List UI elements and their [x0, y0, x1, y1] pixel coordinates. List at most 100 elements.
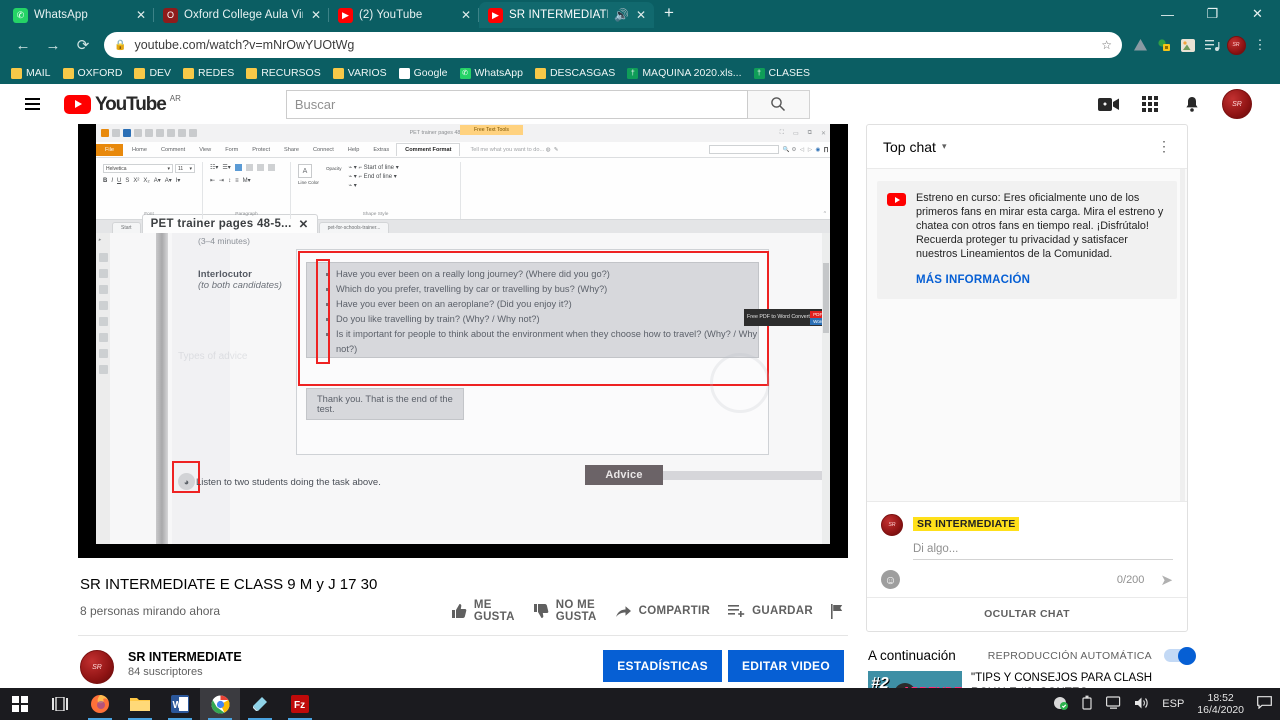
help-circle-icon[interactable]: ◍: [544, 147, 552, 153]
chat-mode-label[interactable]: Top chat: [883, 139, 936, 155]
playlist-icon[interactable]: [1200, 33, 1224, 57]
align-center-button[interactable]: [245, 164, 253, 171]
prev-icon[interactable]: ◁: [798, 147, 806, 153]
bookmark-google[interactable]: G Google: [394, 66, 453, 80]
channel-name[interactable]: SR INTERMEDIATE: [128, 650, 242, 664]
report-button[interactable]: [831, 603, 844, 619]
search-button[interactable]: [747, 89, 810, 119]
file-explorer-icon[interactable]: [120, 688, 160, 720]
ribbon-tab-form[interactable]: Form: [218, 144, 245, 156]
guide-menu-icon[interactable]: [12, 84, 52, 124]
chat-scrollbar[interactable]: [1180, 169, 1185, 501]
bookmark-clases[interactable]: † CLASES: [749, 66, 815, 80]
youtube-logo[interactable]: YouTube AR: [64, 94, 181, 114]
bookmark-whatsapp[interactable]: ✆ WhatsApp: [455, 66, 528, 80]
notification-icon[interactable]: [1257, 696, 1272, 712]
language-indicator[interactable]: ESP: [1162, 698, 1184, 710]
highlight-color-button[interactable]: A▾: [165, 177, 172, 184]
align-right-button[interactable]: [256, 164, 264, 171]
word-icon[interactable]: W: [160, 688, 200, 720]
browser-tab-whatsapp[interactable]: ✆ WhatsApp ✕: [4, 2, 154, 28]
pdf-page-canvas[interactable]: (3–4 minutes) Interlocutor (to both cand…: [110, 233, 830, 544]
ribbon-tab-connect[interactable]: Connect: [306, 144, 341, 156]
bookmark-descasgas[interactable]: DESCASGAS: [530, 66, 620, 80]
align-left-button[interactable]: [234, 164, 242, 171]
tell-me-search[interactable]: Tell me what you want to do...: [470, 147, 544, 153]
doc-tab-close-icon[interactable]: ✕: [299, 217, 309, 231]
strikethrough-button[interactable]: S: [125, 178, 129, 184]
ribbon-tab-comment[interactable]: Comment: [154, 144, 192, 156]
italic-button[interactable]: I: [111, 178, 113, 184]
next-icon[interactable]: ▷: [806, 147, 814, 153]
menu-kebab-icon[interactable]: ⋮: [1248, 33, 1272, 57]
tab-close-icon[interactable]: ✕: [634, 8, 648, 22]
doc-tab-start[interactable]: Start: [112, 222, 141, 233]
kebab-menu-icon[interactable]: ⋮: [1157, 138, 1171, 155]
volume-icon[interactable]: [1134, 696, 1149, 713]
firefox-icon[interactable]: [80, 688, 120, 720]
bold-button[interactable]: B: [103, 178, 107, 184]
channel-avatar[interactable]: SR: [80, 650, 114, 684]
subscript-button[interactable]: X₂: [143, 178, 149, 184]
emoji-smiley-icon[interactable]: ☺: [881, 570, 900, 589]
close-window-button[interactable]: ✕: [1235, 0, 1280, 28]
tab-audio-icon[interactable]: 🔊: [614, 8, 629, 22]
taskbar-clock[interactable]: 18:52 16/4/2020: [1197, 692, 1244, 716]
profile-icon[interactable]: SR: [1224, 33, 1248, 57]
chevron-down-icon[interactable]: ▾: [942, 141, 947, 152]
account-avatar[interactable]: SR: [1222, 89, 1252, 119]
apps-grid-icon[interactable]: [1138, 92, 1162, 116]
network-icon[interactable]: [1053, 696, 1069, 713]
up-next-video-item[interactable]: #2 APRENDE "TIPS Y CONSEJOS PARA CLASH R…: [866, 671, 1196, 688]
keys-extension-icon[interactable]: [1152, 33, 1176, 57]
text-direction-button[interactable]: M▾: [243, 177, 251, 184]
ribbon-tab-share[interactable]: Share: [277, 144, 306, 156]
attachments-panel-icon[interactable]: [98, 317, 108, 326]
expand-panel-icon[interactable]: ▸: [99, 237, 108, 246]
statistics-button[interactable]: ESTADÍSTICAS: [603, 650, 722, 682]
share-button[interactable]: COMPARTIR: [615, 604, 710, 619]
pi-icon[interactable]: ∏: [822, 147, 830, 153]
new-tab-button[interactable]: +: [654, 3, 684, 25]
bookmark-mail[interactable]: MAIL: [6, 66, 56, 80]
browser-tab-youtube[interactable]: ▶ (2) YouTube ✕: [329, 2, 479, 28]
image-extension-icon[interactable]: [1176, 33, 1200, 57]
windows-start-icon[interactable]: [0, 688, 40, 720]
bookmark-dev[interactable]: DEV: [129, 66, 176, 80]
browser-tab-oxford[interactable]: O Oxford College Aula Virtual ✕: [154, 2, 329, 28]
bookmark-recursos[interactable]: RECURSOS: [241, 66, 326, 80]
hide-chat-button[interactable]: OCULTAR CHAT: [867, 597, 1187, 631]
security-panel-icon[interactable]: [98, 349, 108, 358]
ribbon-tab-extras[interactable]: Extras: [366, 144, 396, 156]
superscript-button[interactable]: X²: [133, 178, 139, 184]
like-button[interactable]: ME GUSTA: [451, 599, 515, 623]
find-input[interactable]: [709, 145, 779, 154]
ribbon-tab-protect[interactable]: Protect: [245, 144, 277, 156]
bookmark-star-icon[interactable]: ☆: [1101, 38, 1112, 52]
tools-panel-icon[interactable]: [98, 365, 108, 374]
opera-icon[interactable]: [240, 688, 280, 720]
line-color-swatch[interactable]: A: [298, 164, 312, 178]
back-icon[interactable]: ←: [8, 31, 38, 59]
filezilla-icon[interactable]: Fz: [280, 688, 320, 720]
browser-tab-sr-intermediate[interactable]: ▶ SR INTERMEDIATE E CLASS 9 🔊 ✕: [479, 2, 654, 28]
tab-close-icon[interactable]: ✕: [134, 8, 148, 22]
paragraph-spacing-button[interactable]: ≡: [235, 178, 239, 184]
increase-indent-button[interactable]: ⇥: [219, 177, 224, 184]
font-size-select[interactable]: 11 ▾: [175, 164, 195, 173]
ribbon-tab-comment-format[interactable]: Comment Format: [396, 143, 461, 156]
search-input[interactable]: Buscar: [285, 89, 748, 119]
video-player[interactable]: PET trainer pages 48-51.pdf * - Foxit Re…: [78, 124, 848, 558]
save-button[interactable]: GUARDAR: [728, 604, 813, 619]
ribbon-tab-help[interactable]: Help: [341, 144, 367, 156]
minimize-button[interactable]: —: [1145, 0, 1190, 28]
maximize-button[interactable]: ❐: [1190, 0, 1235, 28]
bookmark-redes[interactable]: REDES: [178, 66, 239, 80]
task-view-icon[interactable]: [40, 688, 80, 720]
ribbon-tab-home[interactable]: Home: [125, 144, 154, 156]
forward-icon[interactable]: →: [38, 31, 68, 59]
collapse-ribbon-icon[interactable]: ^: [824, 211, 830, 219]
more-info-link[interactable]: MÁS INFORMACIÓN: [916, 273, 1167, 287]
page-thumbnails-icon[interactable]: [98, 253, 108, 262]
doc-tab-pet-for-schools[interactable]: pet-for-schools-trainer...: [318, 222, 390, 233]
